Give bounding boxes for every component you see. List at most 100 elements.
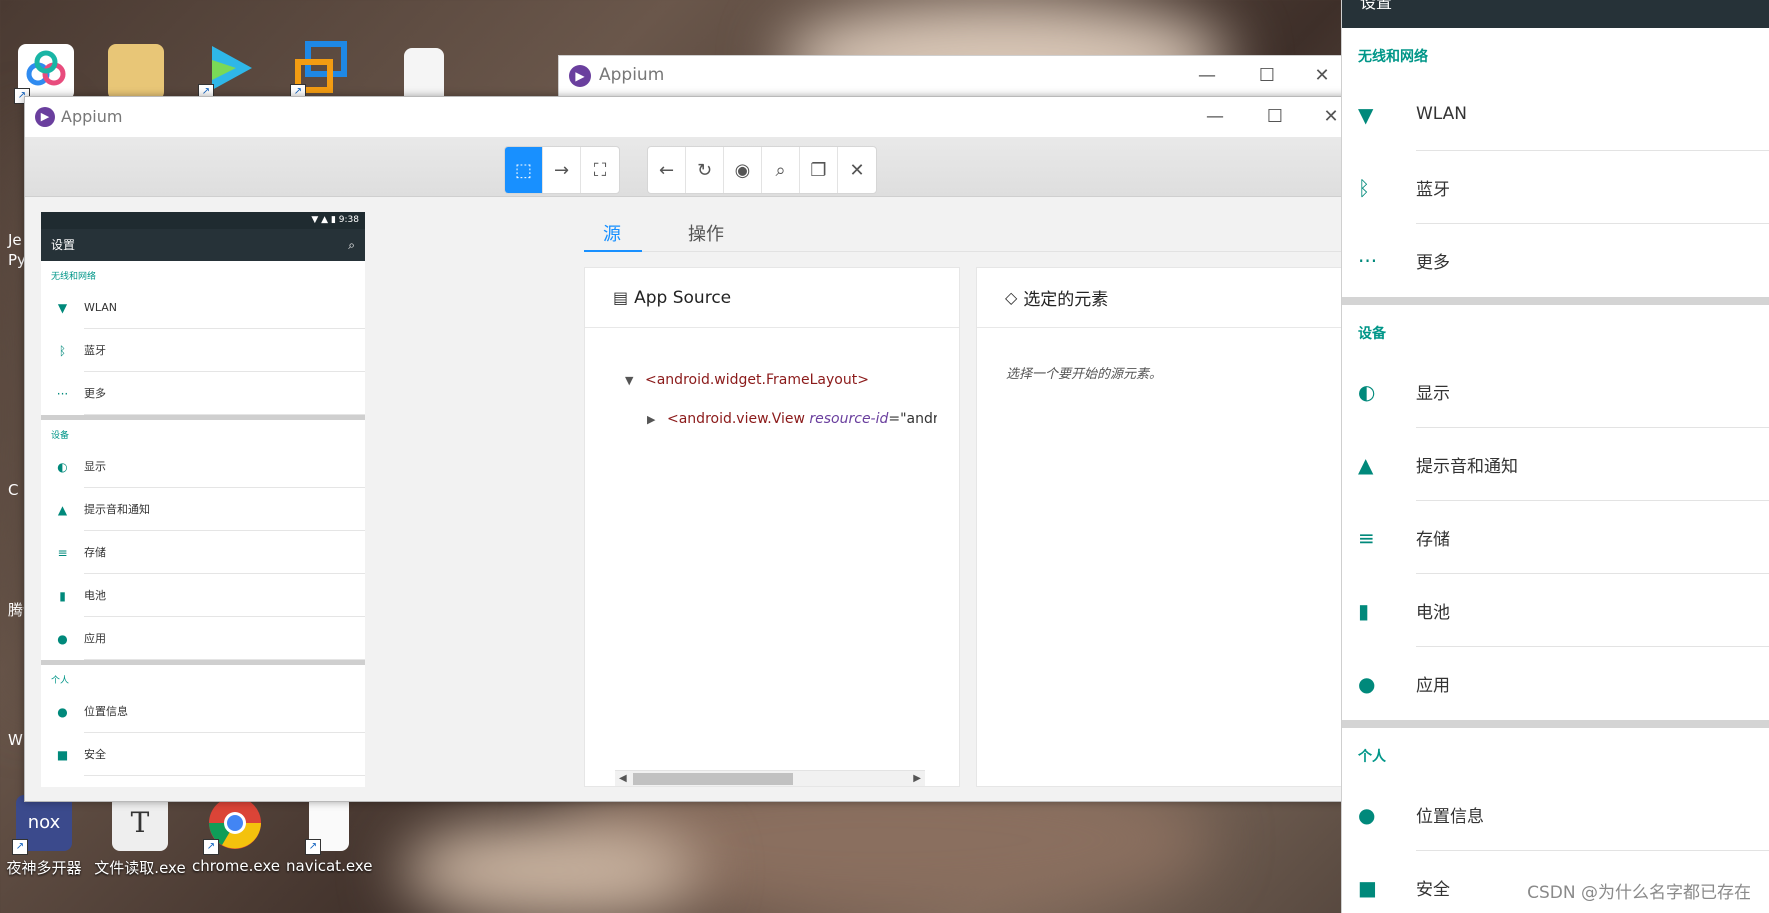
wifi-icon: ▼ — [57, 300, 68, 315]
settings-item-wlan[interactable]: ▼ WLAN — [1342, 78, 1769, 151]
settings-item-more[interactable]: ··· 更多 — [1342, 224, 1769, 297]
caret-right-icon[interactable]: ▶ — [647, 413, 667, 426]
item-label: 更多 — [84, 372, 365, 415]
phone-item-bluetooth[interactable]: ᛒ 蓝牙 — [41, 329, 365, 372]
title-bar[interactable]: ▶ Appium — ☐ ✕ — [25, 97, 1359, 137]
tree-node-view[interactable]: ▶<android.view.View resource-id="andrc — [647, 411, 937, 427]
swipe-icon: → — [553, 159, 570, 181]
remote-app-shortcut[interactable]: ↗ — [282, 40, 362, 100]
item-label: 电池 — [1416, 574, 1769, 647]
minimize-button[interactable]: — — [1187, 97, 1243, 137]
horizontal-scrollbar[interactable]: ◀ ▶ — [615, 770, 925, 786]
settings-item-bluetooth[interactable]: ᛒ 蓝牙 — [1342, 151, 1769, 224]
scroll-left-icon[interactable]: ◀ — [619, 771, 627, 787]
caret-down-icon[interactable]: ▼ — [625, 374, 645, 387]
show-hide-button[interactable]: ◉ — [724, 147, 762, 193]
appium-window-background[interactable]: ▶ Appium — ☐ ✕ — [558, 55, 1358, 100]
app-source-title: App Source — [634, 287, 732, 308]
tree-node-framelayout[interactable]: ▼ <android.widget.FrameLayout> — [625, 372, 869, 388]
settings-item-sound[interactable]: ▲ 提示音和通知 — [1342, 428, 1769, 501]
window-title: Appium — [61, 107, 123, 126]
minimize-button[interactable]: — — [1179, 56, 1235, 96]
file-icon: ▤ — [613, 288, 629, 307]
tab-actions[interactable]: 操作 — [688, 220, 724, 246]
node-tag: <android.view.View — [667, 411, 805, 427]
tap-button[interactable]: ⛶ — [581, 147, 619, 193]
copy-xml-button[interactable]: ❐ — [800, 147, 838, 193]
settings-item-battery[interactable]: ▮ 电池 — [1342, 574, 1769, 647]
scrollbar-thumb[interactable] — [633, 773, 793, 785]
location-icon: ● — [1358, 802, 1376, 827]
video-player-shortcut[interactable]: ↗ — [190, 40, 270, 100]
item-label: 显示 — [84, 445, 365, 488]
phone-item-security[interactable]: ■ 安全 — [41, 733, 365, 776]
more-icon: ··· — [1358, 248, 1378, 273]
location-icon: ● — [57, 704, 68, 719]
shortcut-arrow-icon: ↗ — [203, 839, 219, 855]
back-button[interactable]: ← — [648, 147, 686, 193]
refresh-button[interactable]: ↻ — [686, 147, 724, 193]
phone-item-display[interactable]: ◐ 显示 — [41, 445, 365, 488]
file-reader-shortcut[interactable]: T 文件读取.exe — [92, 795, 188, 878]
selected-element-header: ◇ 选定的元素 — [977, 268, 1343, 328]
divider — [1342, 720, 1769, 728]
settings-item-apps[interactable]: ● 应用 — [1342, 647, 1769, 720]
more-icon: ··· — [56, 386, 69, 401]
lock-icon: ■ — [56, 747, 69, 762]
tab-source[interactable]: 源 — [603, 220, 621, 246]
phone-item-sound[interactable]: ▲ 提示音和通知 — [41, 488, 365, 531]
item-label: 存储 — [84, 531, 365, 574]
item-label: 存储 — [1416, 501, 1769, 574]
select-elements-icon: ⬚ — [514, 159, 532, 181]
bluetooth-icon: ᛒ — [58, 343, 67, 358]
app-source-panel: ▤ App Source ▼ <android.widget.FrameLayou… — [584, 267, 960, 787]
settings-item-storage[interactable]: ≡ 存储 — [1342, 501, 1769, 574]
navicat-shortcut[interactable]: ↗ navicat.exe — [286, 795, 372, 875]
device-screenshot[interactable]: ▼ ▲ ▮ 9:38 设置 ⌕ 无线和网络 ▼ WLAN ᛒ 蓝牙 ··· 更多 设备… — [41, 212, 365, 787]
phone-item-more[interactable]: ··· 更多 — [41, 372, 365, 415]
search-icon[interactable]: ⌕ — [348, 229, 355, 261]
node-attr-value: ="andrc — [888, 411, 937, 427]
brightness-icon: ◐ — [1358, 379, 1376, 404]
item-label: 位置信息 — [1416, 778, 1769, 851]
scroll-right-icon[interactable]: ▶ — [913, 771, 921, 787]
android-settings-screen[interactable]: 设置 无线和网络 ▼ WLAN ᛒ 蓝牙 ··· 更多 设备 ◐ 显示 ▲ 提示音和通知 … — [1341, 0, 1769, 913]
phone-app-title: 设置 — [51, 238, 76, 252]
quit-session-button[interactable]: ✕ — [838, 147, 876, 193]
settings-section-wireless: 无线和网络 — [1358, 49, 1428, 65]
desktop-icon-label: chrome.exe — [192, 857, 280, 875]
maximize-button[interactable]: ☐ — [1239, 56, 1295, 96]
folder-icon — [108, 44, 164, 100]
phone-app-bar[interactable]: 设置 ⌕ — [41, 229, 365, 261]
item-label: 蓝牙 — [84, 329, 365, 372]
bell-icon: ▲ — [57, 502, 68, 517]
settings-item-location[interactable]: ● 位置信息 — [1342, 778, 1769, 851]
item-label: 安全 — [84, 733, 365, 776]
divider — [1342, 297, 1769, 305]
settings-section-device: 设备 — [1358, 326, 1386, 342]
phone-item-wlan[interactable]: ▼ WLAN — [41, 286, 365, 329]
search-icon: ⌕ — [775, 159, 786, 181]
tap-icon: ⛶ — [593, 159, 607, 181]
remote-app-icon: ↗ — [290, 40, 350, 100]
csdn-watermark: CSDN @为什么名字都已存在 — [1527, 883, 1751, 903]
select-elements-button[interactable]: ⬚ — [505, 147, 543, 193]
phone-item-location[interactable]: ● 位置信息 — [41, 690, 365, 733]
phone-item-battery[interactable]: ▮ 电池 — [41, 574, 365, 617]
appium-inspector-window[interactable]: ▶ Appium — ☐ ✕ ⬚ → ⛶ ← ↻ ◉ ⌕ ❐ ✕ ▼ ▲ ▮ 9… — [24, 96, 1360, 802]
folder-shortcut[interactable] — [96, 44, 176, 100]
back-icon: ← — [658, 159, 675, 181]
shortcut-arrow-icon: ↗ — [305, 839, 321, 855]
nox-shortcut[interactable]: nox ↗ 夜神多开器 — [2, 795, 86, 878]
inspector-toolbar: ⬚ → ⛶ ← ↻ ◉ ⌕ ❐ ✕ — [25, 137, 1359, 197]
phone-item-storage[interactable]: ≡ 存储 — [41, 531, 365, 574]
refresh-icon: ↻ — [696, 159, 713, 181]
search-button[interactable]: ⌕ — [762, 147, 800, 193]
battery-icon: ▮ — [59, 588, 66, 603]
chrome-shortcut[interactable]: ↗ chrome.exe — [192, 795, 280, 875]
item-label: 更多 — [1416, 253, 1450, 273]
swipe-button[interactable]: → — [543, 147, 581, 193]
settings-item-display[interactable]: ◐ 显示 — [1342, 355, 1769, 428]
maximize-button[interactable]: ☐ — [1247, 97, 1303, 137]
phone-item-apps[interactable]: ● 应用 — [41, 617, 365, 660]
